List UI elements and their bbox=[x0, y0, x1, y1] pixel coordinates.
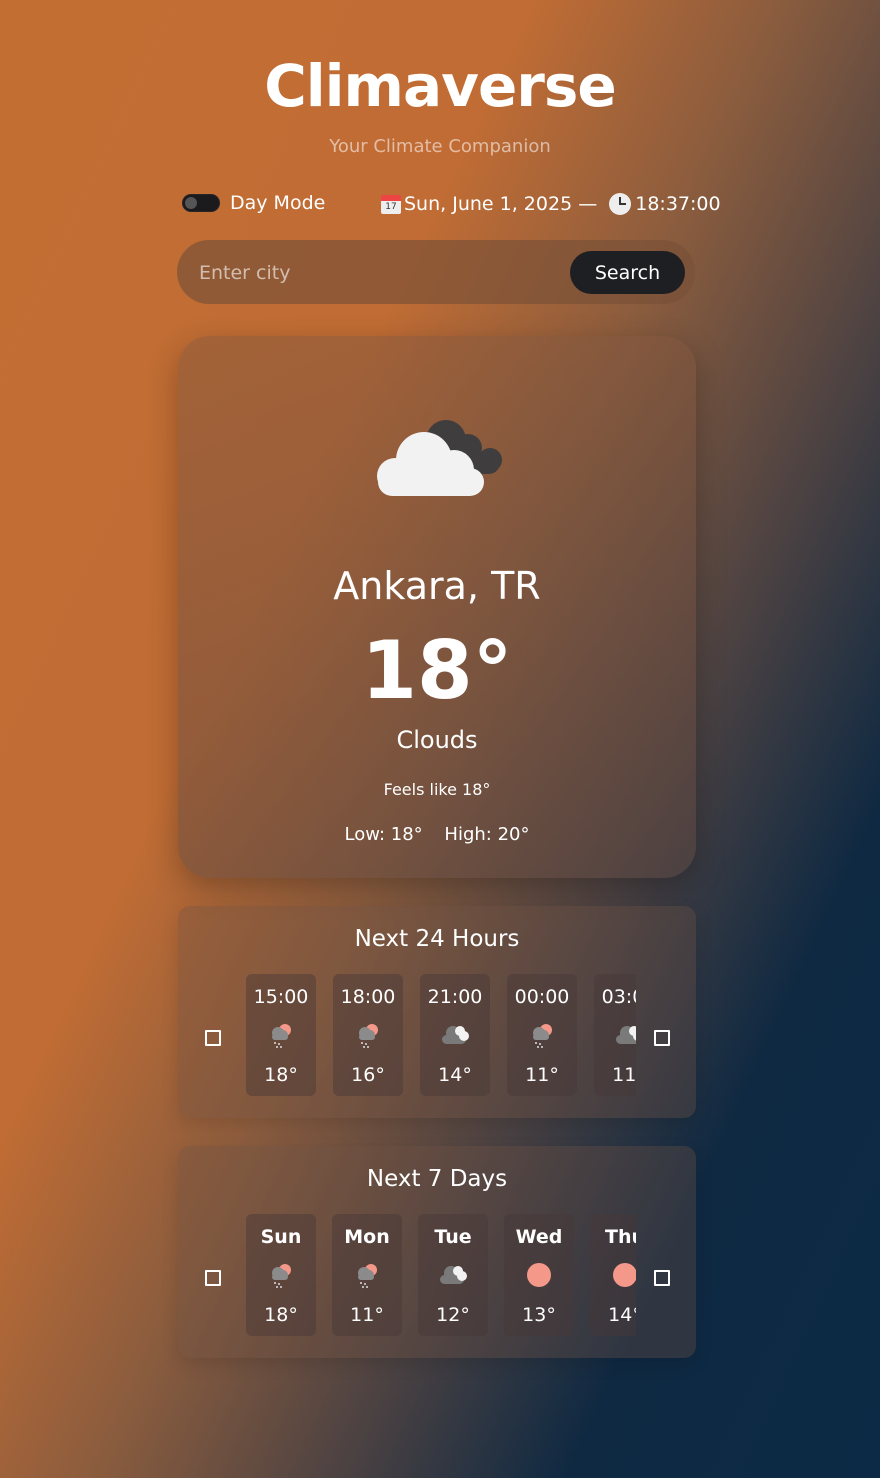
city-search-input[interactable] bbox=[197, 252, 561, 294]
hourly-item: 18:00 16° bbox=[333, 974, 403, 1096]
calendar-icon: 17 bbox=[380, 193, 402, 215]
feels-like: Feels like 18° bbox=[383, 780, 491, 799]
hourly-item: 03:00 11° bbox=[594, 974, 636, 1096]
date-time-display: 17 Sun, June 1, 2025 — 18:37:00 bbox=[380, 193, 721, 215]
search-button[interactable]: Search bbox=[570, 251, 685, 294]
hourly-temp: 14° bbox=[438, 1064, 472, 1086]
app-root: Climaverse Your Climate Companion Day Mo… bbox=[0, 0, 880, 1478]
hourly-item: 00:00 11° bbox=[507, 974, 577, 1096]
hourly-item: 21:00 14° bbox=[420, 974, 490, 1096]
day-temp: 11° bbox=[350, 1304, 384, 1326]
hourly-temp: 16° bbox=[351, 1064, 385, 1086]
day-temp: 12° bbox=[436, 1304, 470, 1326]
hourly-scroller[interactable]: 15:00 18° 18:00 16° 21:00 14° 00:00 11° … bbox=[246, 974, 636, 1096]
scroll-right-button[interactable] bbox=[654, 1270, 670, 1286]
current-temperature: 18° bbox=[361, 624, 513, 717]
app-subtitle: Your Climate Companion bbox=[329, 136, 551, 157]
rain-sun-icon bbox=[272, 1024, 291, 1048]
rain-sun-icon bbox=[358, 1264, 377, 1288]
time-text: 18:37:00 bbox=[635, 193, 721, 215]
hourly-item: 15:00 18° bbox=[246, 974, 316, 1096]
sun-icon bbox=[527, 1263, 551, 1287]
day-mode-toggle[interactable] bbox=[182, 194, 220, 212]
hourly-time: 21:00 bbox=[427, 986, 483, 1008]
rain-sun-icon bbox=[272, 1264, 291, 1288]
scroll-right-button[interactable] bbox=[654, 1030, 670, 1046]
daily-scroller[interactable]: Sun 18° Mon 11° Tue 12° Wed 13° Th 14 bbox=[246, 1214, 636, 1336]
high-temp: High: 20° bbox=[444, 824, 530, 845]
clock-icon bbox=[609, 193, 632, 215]
daily-item: Wed 13° bbox=[504, 1214, 574, 1336]
hourly-title: Next 24 Hours bbox=[354, 926, 520, 952]
daily-item: Tue 12° bbox=[418, 1214, 488, 1336]
cloud-icon bbox=[377, 420, 502, 496]
toggle-knob bbox=[185, 197, 197, 209]
hourly-time: 00:00 bbox=[514, 986, 570, 1008]
mode-toggle-row: Day Mode bbox=[182, 192, 325, 214]
day-temp: 13° bbox=[522, 1304, 556, 1326]
rain-sun-icon bbox=[533, 1024, 552, 1048]
sun-icon bbox=[613, 1263, 636, 1287]
day-mode-label: Day Mode bbox=[230, 192, 326, 214]
hourly-time: 18:00 bbox=[340, 986, 396, 1008]
cloud-moon-icon bbox=[442, 1026, 469, 1044]
daily-item: Mon 11° bbox=[332, 1214, 402, 1336]
day-label: Tue bbox=[434, 1226, 472, 1248]
day-label: Wed bbox=[515, 1226, 563, 1248]
cloud-moon-icon bbox=[616, 1026, 636, 1044]
hourly-temp: 11° bbox=[525, 1064, 559, 1086]
hourly-temp: 11° bbox=[612, 1064, 636, 1086]
hourly-time: 03:00 bbox=[601, 986, 636, 1008]
day-temp: 18° bbox=[264, 1304, 298, 1326]
day-label: Sun bbox=[260, 1226, 302, 1248]
daily-item: Thu 14° bbox=[590, 1214, 636, 1336]
search-bar: Search bbox=[177, 240, 695, 304]
low-temp: Low: 18° bbox=[344, 824, 423, 845]
date-text: Sun, June 1, 2025 — bbox=[404, 193, 604, 215]
day-temp: 14° bbox=[608, 1304, 636, 1326]
scroll-left-button[interactable] bbox=[205, 1270, 221, 1286]
day-label: Thu bbox=[604, 1226, 636, 1248]
low-high: Low: 18° High: 20° bbox=[178, 824, 696, 845]
daily-title: Next 7 Days bbox=[366, 1166, 508, 1192]
hourly-temp: 18° bbox=[264, 1064, 298, 1086]
city-name: Ankara, TR bbox=[333, 564, 541, 608]
daily-forecast-panel: Next 7 Days Sun 18° Mon 11° Tue 12° Wed … bbox=[178, 1146, 696, 1358]
daily-item: Sun 18° bbox=[246, 1214, 316, 1336]
cloud-moon-icon bbox=[440, 1266, 467, 1284]
scroll-left-button[interactable] bbox=[205, 1030, 221, 1046]
current-weather-card: Ankara, TR 18° Clouds Feels like 18° Low… bbox=[178, 336, 696, 878]
rain-sun-icon bbox=[359, 1024, 378, 1048]
weather-condition: Clouds bbox=[396, 726, 478, 754]
day-label: Mon bbox=[344, 1226, 390, 1248]
hourly-time: 15:00 bbox=[253, 986, 309, 1008]
hourly-forecast-panel: Next 24 Hours 15:00 18° 18:00 16° 21:00 … bbox=[178, 906, 696, 1118]
app-title: Climaverse bbox=[264, 52, 617, 120]
